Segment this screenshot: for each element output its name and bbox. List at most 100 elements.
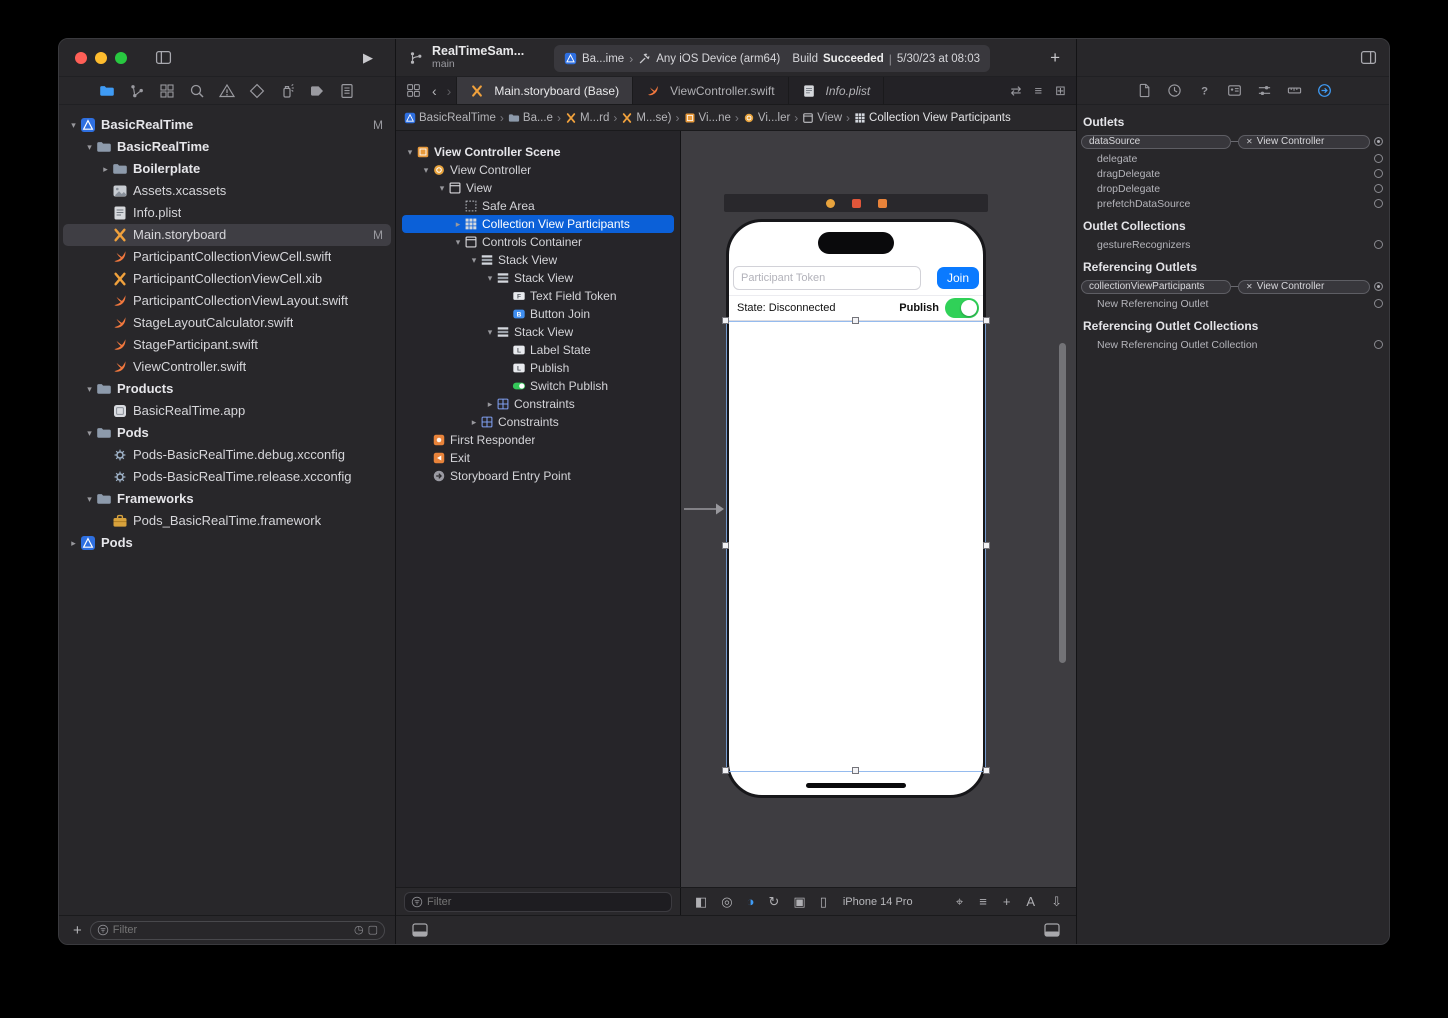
device-preview[interactable]: Join State: Disconnected Publish xyxy=(722,219,990,798)
file-row[interactable]: Pods_BasicRealTime.framework xyxy=(63,510,391,532)
disclosure-collapsed-icon[interactable]: ▸ xyxy=(452,215,464,233)
connection-row[interactable]: delegate xyxy=(1081,151,1385,166)
issues-icon[interactable]: ◎ xyxy=(721,895,732,908)
outline-row[interactable]: ▸ Constraints xyxy=(402,395,674,413)
size-inspector-icon[interactable] xyxy=(1287,83,1302,98)
resize-handle[interactable] xyxy=(983,317,990,324)
navigator-filter-field[interactable]: ◷ ▢ xyxy=(89,920,385,940)
outline-row[interactable]: L Publish xyxy=(402,359,674,377)
disclosure-expanded-icon[interactable]: ▾ xyxy=(420,161,432,179)
exit-dock-icon[interactable] xyxy=(877,198,887,208)
device-name[interactable]: iPhone 14 Pro xyxy=(843,896,913,908)
file-row[interactable]: Pods-BasicRealTime.debug.xcconfig xyxy=(63,444,391,466)
outline-row[interactable]: ▾ View xyxy=(402,179,674,197)
navigator-toggle-icon[interactable] xyxy=(155,49,172,66)
connection-well[interactable] xyxy=(1374,169,1383,178)
inspector-toggle-icon[interactable] xyxy=(1360,49,1377,66)
pan-icon[interactable]: + xyxy=(1003,895,1011,908)
resize-handle[interactable] xyxy=(983,767,990,774)
connection-well[interactable] xyxy=(1374,184,1383,193)
outline-row[interactable]: ▾ View Controller Scene xyxy=(402,143,674,161)
test-navigator-icon[interactable] xyxy=(249,83,265,99)
jumpbar-item[interactable]: M...rd xyxy=(565,112,609,124)
view-controller-dock-icon[interactable] xyxy=(825,198,835,208)
canvas-scrollbar[interactable] xyxy=(1059,343,1066,663)
project-navigator-icon[interactable] xyxy=(99,83,115,99)
outline-row[interactable]: ▾ Stack View xyxy=(402,269,674,287)
forward-button[interactable]: › xyxy=(442,83,457,99)
source-control-filter-icon[interactable]: ▢ xyxy=(368,924,378,936)
resize-handle[interactable] xyxy=(852,317,859,324)
orientation-icon[interactable]: ↻ xyxy=(769,895,780,908)
file-row[interactable]: StageParticipant.swift xyxy=(63,334,391,356)
file-row[interactable]: StageLayoutCalculator.swift xyxy=(63,312,391,334)
file-inspector-icon[interactable] xyxy=(1137,83,1152,98)
debug-navigator-icon[interactable] xyxy=(279,83,295,99)
disclosure-expanded-icon[interactable]: ▾ xyxy=(404,143,416,161)
scheme-name[interactable]: Ba...ime xyxy=(582,53,624,65)
find-navigator-icon[interactable] xyxy=(189,83,205,99)
connection-row[interactable]: dragDelegate xyxy=(1081,166,1385,181)
disclosure-collapsed-icon[interactable]: ▸ xyxy=(99,158,112,180)
back-button[interactable]: ‹ xyxy=(427,83,442,99)
connection-target-pill[interactable]: ✕ View Controller xyxy=(1238,279,1370,294)
file-row[interactable]: Assets.xcassets xyxy=(63,180,391,202)
connection-well-filled[interactable] xyxy=(1374,137,1383,146)
disclosure-expanded-icon[interactable]: ▾ xyxy=(83,136,96,158)
disclosure-expanded-icon[interactable]: ▾ xyxy=(83,488,96,510)
resize-handle[interactable] xyxy=(722,317,729,324)
outline-row[interactable]: Exit xyxy=(402,449,674,467)
canvas-bottom-toggle-icon[interactable] xyxy=(1044,923,1060,937)
connection-well-filled[interactable] xyxy=(1374,282,1383,291)
outline-filter-field[interactable] xyxy=(404,891,672,912)
color-scheme-icon[interactable]: ◑ xyxy=(747,895,755,908)
connection-well[interactable] xyxy=(1374,299,1383,308)
connection-row[interactable]: New Referencing Outlet Collection xyxy=(1081,337,1385,352)
disclosure-expanded-icon[interactable]: ▾ xyxy=(83,378,96,400)
connection-well[interactable] xyxy=(1374,154,1383,163)
jumpbar-item[interactable]: Vi...ler xyxy=(743,112,790,124)
source-control-navigator-icon[interactable] xyxy=(129,83,145,99)
join-button[interactable]: Join xyxy=(937,267,979,289)
connection-row[interactable]: gestureRecognizers xyxy=(1081,237,1385,252)
breakpoint-navigator-icon[interactable] xyxy=(309,83,325,99)
resize-handle[interactable] xyxy=(722,767,729,774)
outline-row[interactable]: ▸ Constraints xyxy=(402,413,674,431)
connections-inspector-icon[interactable] xyxy=(1317,83,1332,98)
disclosure-collapsed-icon[interactable]: ▸ xyxy=(67,532,80,554)
symbol-navigator-icon[interactable] xyxy=(159,83,175,99)
outline-row[interactable]: B Button Join xyxy=(402,305,674,323)
outline-row[interactable]: Switch Publish xyxy=(402,377,674,395)
connection-target-pill[interactable]: ✕ View Controller xyxy=(1238,134,1370,149)
jumpbar-item[interactable]: BasicRealTime xyxy=(404,112,496,124)
file-row[interactable]: ▸ Boilerplate xyxy=(63,158,391,180)
editor-mode-grid-icon[interactable] xyxy=(406,83,421,98)
file-row[interactable]: Pods-BasicRealTime.release.xcconfig xyxy=(63,466,391,488)
disclosure-collapsed-icon[interactable]: ▸ xyxy=(468,413,480,431)
file-row[interactable]: Main.storyboard M xyxy=(63,224,391,246)
connection-row[interactable]: dataSource ✕ View Controller xyxy=(1081,133,1385,150)
outline-row[interactable]: First Responder xyxy=(402,431,674,449)
outline-row[interactable]: F Text Field Token xyxy=(402,287,674,305)
add-file-button[interactable]: + xyxy=(73,922,82,939)
file-row[interactable]: ▸ Pods xyxy=(63,532,391,554)
disconnect-icon[interactable]: ✕ xyxy=(1246,137,1253,146)
jumpbar-item[interactable]: Ba...e xyxy=(508,112,553,124)
navigator-filter-input[interactable] xyxy=(112,924,350,936)
outline-row[interactable]: ▾ Stack View xyxy=(402,323,674,341)
dynamic-type-icon[interactable]: A xyxy=(1026,895,1035,908)
file-row[interactable]: ParticipantCollectionViewCell.xib xyxy=(63,268,391,290)
file-row[interactable]: ▾ Pods xyxy=(63,422,391,444)
file-row[interactable]: ▾ Products xyxy=(63,378,391,400)
outline-row[interactable]: Safe Area xyxy=(402,197,674,215)
publish-switch[interactable] xyxy=(945,298,979,318)
windows-icon[interactable]: ▣ xyxy=(793,895,805,908)
quick-help-inspector-icon[interactable]: ? xyxy=(1197,83,1212,98)
first-responder-dock-icon[interactable] xyxy=(851,198,861,208)
connection-well[interactable] xyxy=(1374,199,1383,208)
report-navigator-icon[interactable] xyxy=(339,83,355,99)
jumpbar-item[interactable]: View xyxy=(802,112,842,124)
disclosure-expanded-icon[interactable]: ▾ xyxy=(484,323,496,341)
run-destination[interactable]: Any iOS Device (arm64) xyxy=(656,53,780,65)
outline-row[interactable]: ▾ View Controller xyxy=(402,161,674,179)
